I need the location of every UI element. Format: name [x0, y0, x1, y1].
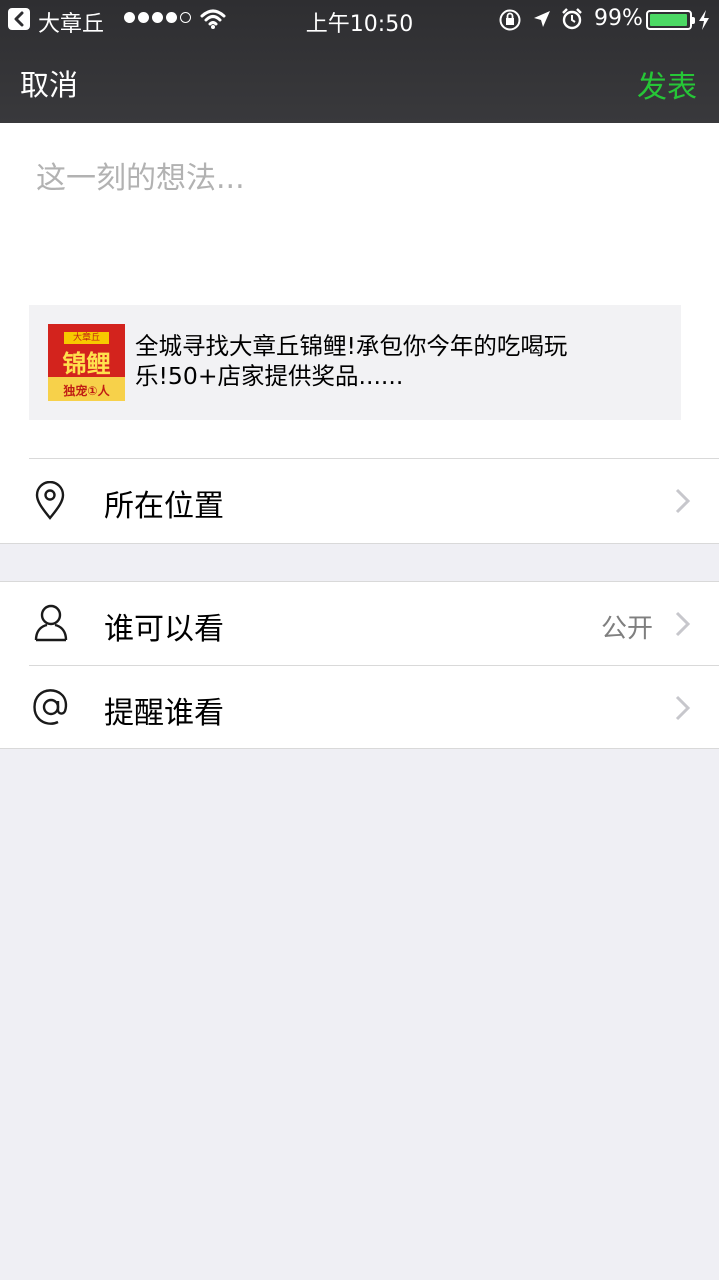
- at-sign-icon: [33, 689, 68, 725]
- thumbnail-top-tag: 大章丘: [64, 332, 109, 344]
- cancel-button[interactable]: 取消: [20, 62, 78, 104]
- shared-link-thumbnail: 大章丘 锦鲤 独宠①人: [48, 324, 125, 401]
- compose-panel: 大章丘 锦鲤 独宠①人 全城寻找大章丘锦鲤!承包你今年的吃喝玩乐!50+店家提供…: [0, 123, 719, 543]
- thought-input[interactable]: [36, 153, 686, 283]
- battery-icon: [646, 10, 695, 30]
- battery-percent: 99%: [594, 6, 643, 31]
- location-row[interactable]: 所在位置: [0, 459, 719, 543]
- location-arrow-icon: [534, 11, 550, 27]
- privacy-options-group: 谁可以看 公开 提醒谁看: [0, 581, 719, 749]
- alarm-icon: [562, 8, 582, 30]
- publish-button[interactable]: 发表: [637, 62, 697, 106]
- location-pin-icon: [35, 481, 65, 520]
- visibility-label: 谁可以看: [104, 612, 224, 647]
- shared-link-card[interactable]: 大章丘 锦鲤 独宠①人 全城寻找大章丘锦鲤!承包你今年的吃喝玩乐!50+店家提供…: [29, 305, 681, 420]
- top-bar: 大章丘 上午10:50 99% 取消 发表: [0, 0, 719, 123]
- chevron-right-icon: [675, 695, 691, 721]
- mention-row[interactable]: 提醒谁看: [0, 666, 719, 750]
- status-bar: 大章丘 上午10:50 99%: [0, 0, 719, 40]
- charging-bolt-icon: [699, 10, 709, 30]
- rotation-lock-icon: [499, 9, 521, 31]
- chevron-right-icon: [675, 488, 691, 514]
- shared-link-title: 全城寻找大章丘锦鲤!承包你今年的吃喝玩乐!50+店家提供奖品......: [135, 332, 568, 390]
- chevron-right-icon: [675, 611, 691, 637]
- thumbnail-bottom-text: 独宠①人: [63, 384, 110, 398]
- person-icon: [34, 604, 68, 642]
- mention-label: 提醒谁看: [104, 696, 224, 731]
- thumbnail-main-word: 锦鲤: [62, 350, 111, 378]
- visibility-value: 公开: [600, 614, 653, 644]
- location-label: 所在位置: [104, 489, 224, 524]
- section-divider: [0, 543, 719, 544]
- visibility-row[interactable]: 谁可以看 公开: [0, 582, 719, 666]
